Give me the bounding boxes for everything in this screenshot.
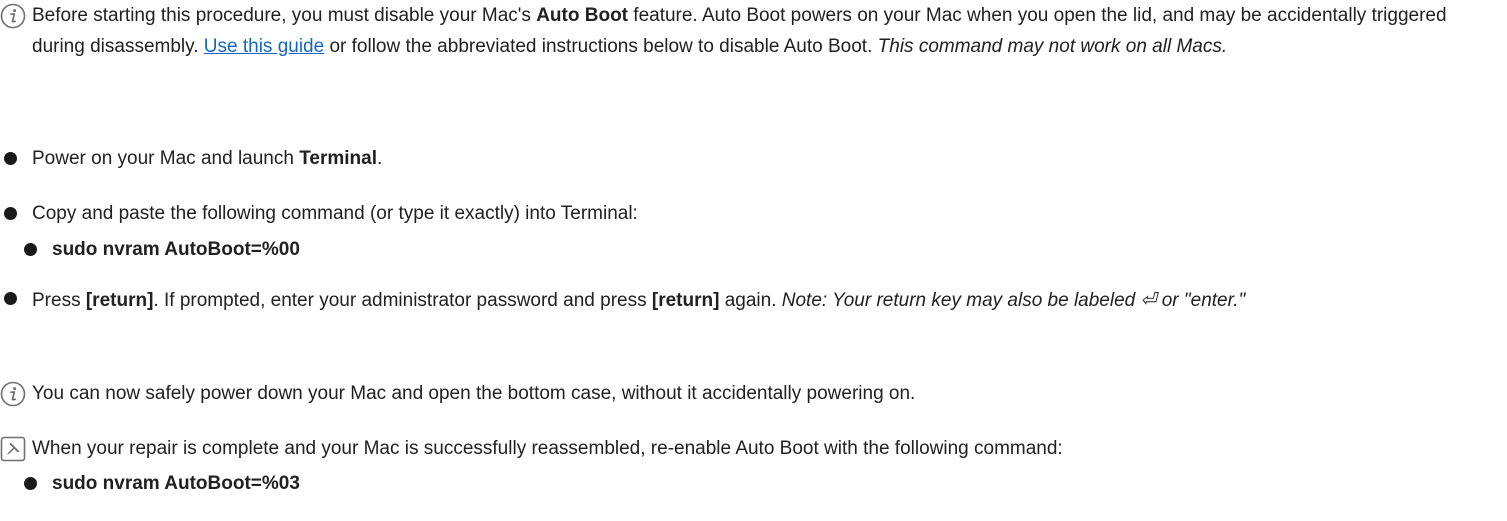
step-bullet-copy-command: Copy and paste the following command (or… (0, 198, 1499, 268)
use-this-guide-link[interactable]: Use this guide (204, 36, 324, 57)
bullet-icon (4, 292, 17, 305)
step-bullet-launch-terminal: Power on your Mac and launch Terminal. (0, 143, 1499, 174)
bullet-icon (24, 477, 37, 490)
step-bullet-press-return: Press [return]. If prompted, enter your … (0, 285, 1499, 355)
bold-term: Auto Boot (536, 5, 629, 26)
step-note-reenable-autoboot: When your repair is complete and your Ma… (0, 433, 1499, 503)
step-text: Copy and paste the following command (or… (32, 203, 638, 224)
info-icon (0, 3, 26, 29)
info-icon (0, 381, 26, 407)
bullet-icon (4, 207, 17, 220)
step-text: Press [return]. If prompted, enter your … (32, 290, 1246, 311)
command-text: sudo nvram AutoBoot=%03 (52, 473, 300, 494)
step-text: When your repair is complete and your Ma… (32, 438, 1063, 459)
step-info-safe-power-down: You can now safely power down your Mac a… (0, 378, 1499, 409)
step-text: You can now safely power down your Mac a… (32, 383, 916, 404)
bullet-icon (4, 152, 17, 165)
command-text: sudo nvram AutoBoot=%00 (52, 239, 300, 260)
step-info-autoboot: Before starting this procedure, you must… (0, 0, 1499, 100)
bullet-icon (24, 243, 37, 256)
pin-icon (0, 436, 26, 462)
step-text: Power on your Mac and launch Terminal. (32, 148, 383, 169)
step-text: Before starting this procedure, you must… (32, 5, 1447, 57)
